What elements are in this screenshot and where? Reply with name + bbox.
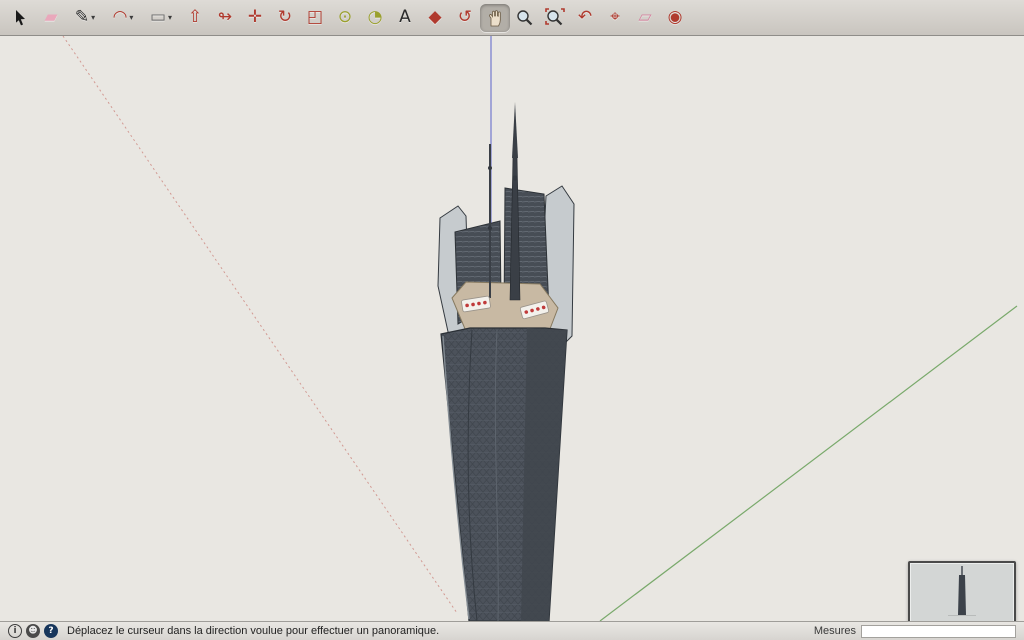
pan-icon: [485, 8, 505, 28]
tower-antenna-knob: [488, 226, 492, 230]
text-icon: A: [399, 9, 411, 26]
section-plane-tool[interactable]: ▱: [630, 4, 660, 32]
tower-model[interactable]: [438, 102, 574, 621]
zoom-tool[interactable]: [510, 4, 540, 32]
select-icon: [11, 8, 31, 28]
follow-me-icon: ↬: [218, 9, 232, 26]
red-axis-line[interactable]: [63, 36, 457, 613]
section-plane-icon: ▱: [638, 9, 651, 26]
pencil-icon: ✎: [75, 9, 89, 26]
select-tool[interactable]: [6, 4, 36, 32]
paint-bucket-icon: ◆: [428, 9, 441, 26]
minimap-canvas: [910, 563, 1014, 622]
add-location-icon: ◉: [668, 9, 683, 26]
dropdown-arrow-icon[interactable]: ▾: [168, 13, 172, 22]
rectangle-tool[interactable]: ▭▾: [142, 4, 180, 32]
help-icon[interactable]: ?: [44, 624, 58, 638]
pencil-tool[interactable]: ✎▾: [66, 4, 104, 32]
rotate-icon: ↻: [278, 9, 292, 26]
status-icons: i ☻?: [8, 624, 58, 638]
position-camera-icon: ⌖: [610, 9, 620, 26]
minimap-tower: [958, 575, 966, 615]
rotate-tool[interactable]: ↻: [270, 4, 300, 32]
dropdown-arrow-icon[interactable]: ▾: [129, 13, 133, 22]
arc-icon: ◠: [113, 9, 128, 26]
text-tool[interactable]: A: [390, 4, 420, 32]
rectangle-icon: ▭: [150, 9, 166, 26]
tower-spire-knob: [512, 175, 517, 180]
tower-shaft-shadow-face[interactable]: [521, 328, 567, 621]
scale-tool[interactable]: ◰: [300, 4, 330, 32]
previous-view-icon: ↶: [578, 9, 592, 26]
measurements-input[interactable]: [861, 625, 1016, 638]
info-icon[interactable]: i: [8, 624, 22, 638]
orbit-icon: ↺: [458, 9, 472, 26]
zoom-extents-tool[interactable]: [540, 4, 570, 32]
paint-bucket-tool[interactable]: ◆: [420, 4, 450, 32]
toolbar-items: ▰✎▾◠▾▭▾⇧↬✛↻◰⊙◔A◆↺↶⌖▱◉: [6, 4, 690, 32]
dropdown-arrow-icon[interactable]: ▾: [91, 13, 95, 22]
previous-view-tool[interactable]: ↶: [570, 4, 600, 32]
position-camera-tool[interactable]: ⌖: [600, 4, 630, 32]
user-icon[interactable]: ☻: [26, 624, 40, 638]
main-toolbar: ▰✎▾◠▾▭▾⇧↬✛↻◰⊙◔A◆↺↶⌖▱◉: [0, 0, 1024, 36]
measurements-label: Mesures: [814, 625, 856, 637]
push-pull-icon: ⇧: [188, 9, 202, 26]
tape-measure-tool[interactable]: ⊙: [330, 4, 360, 32]
orbit-tool[interactable]: ↺: [450, 4, 480, 32]
move-tool[interactable]: ✛: [240, 4, 270, 32]
scale-icon: ◰: [307, 9, 323, 26]
model-viewport[interactable]: [0, 36, 1024, 621]
zoom-icon: [515, 8, 535, 28]
zoom-extents-icon: [545, 8, 565, 28]
protractor-icon: ◔: [368, 9, 383, 26]
tower-antenna-knob: [488, 166, 492, 170]
pan-tool[interactable]: [480, 4, 510, 32]
preview-minimap[interactable]: [908, 561, 1016, 624]
push-pull-tool[interactable]: ⇧: [180, 4, 210, 32]
tower-spire-tip[interactable]: [512, 102, 518, 158]
status-message: Déplacez le curseur dans la direction vo…: [67, 625, 439, 637]
protractor-tool[interactable]: ◔: [360, 4, 390, 32]
follow-me-tool[interactable]: ↬: [210, 4, 240, 32]
add-location-tool[interactable]: ◉: [660, 4, 690, 32]
tape-measure-icon: ⊙: [338, 9, 352, 26]
viewport-canvas[interactable]: [0, 36, 1024, 621]
eraser-icon: ▰: [44, 9, 57, 26]
move-icon: ✛: [248, 9, 262, 26]
eraser-tool[interactable]: ▰: [36, 4, 66, 32]
arc-tool[interactable]: ◠▾: [104, 4, 142, 32]
status-bar: i ☻? Déplacez le curseur dans la directio…: [0, 621, 1024, 640]
sketchup-window: ▰✎▾◠▾▭▾⇧↬✛↻◰⊙◔A◆↺↶⌖▱◉: [0, 0, 1024, 640]
